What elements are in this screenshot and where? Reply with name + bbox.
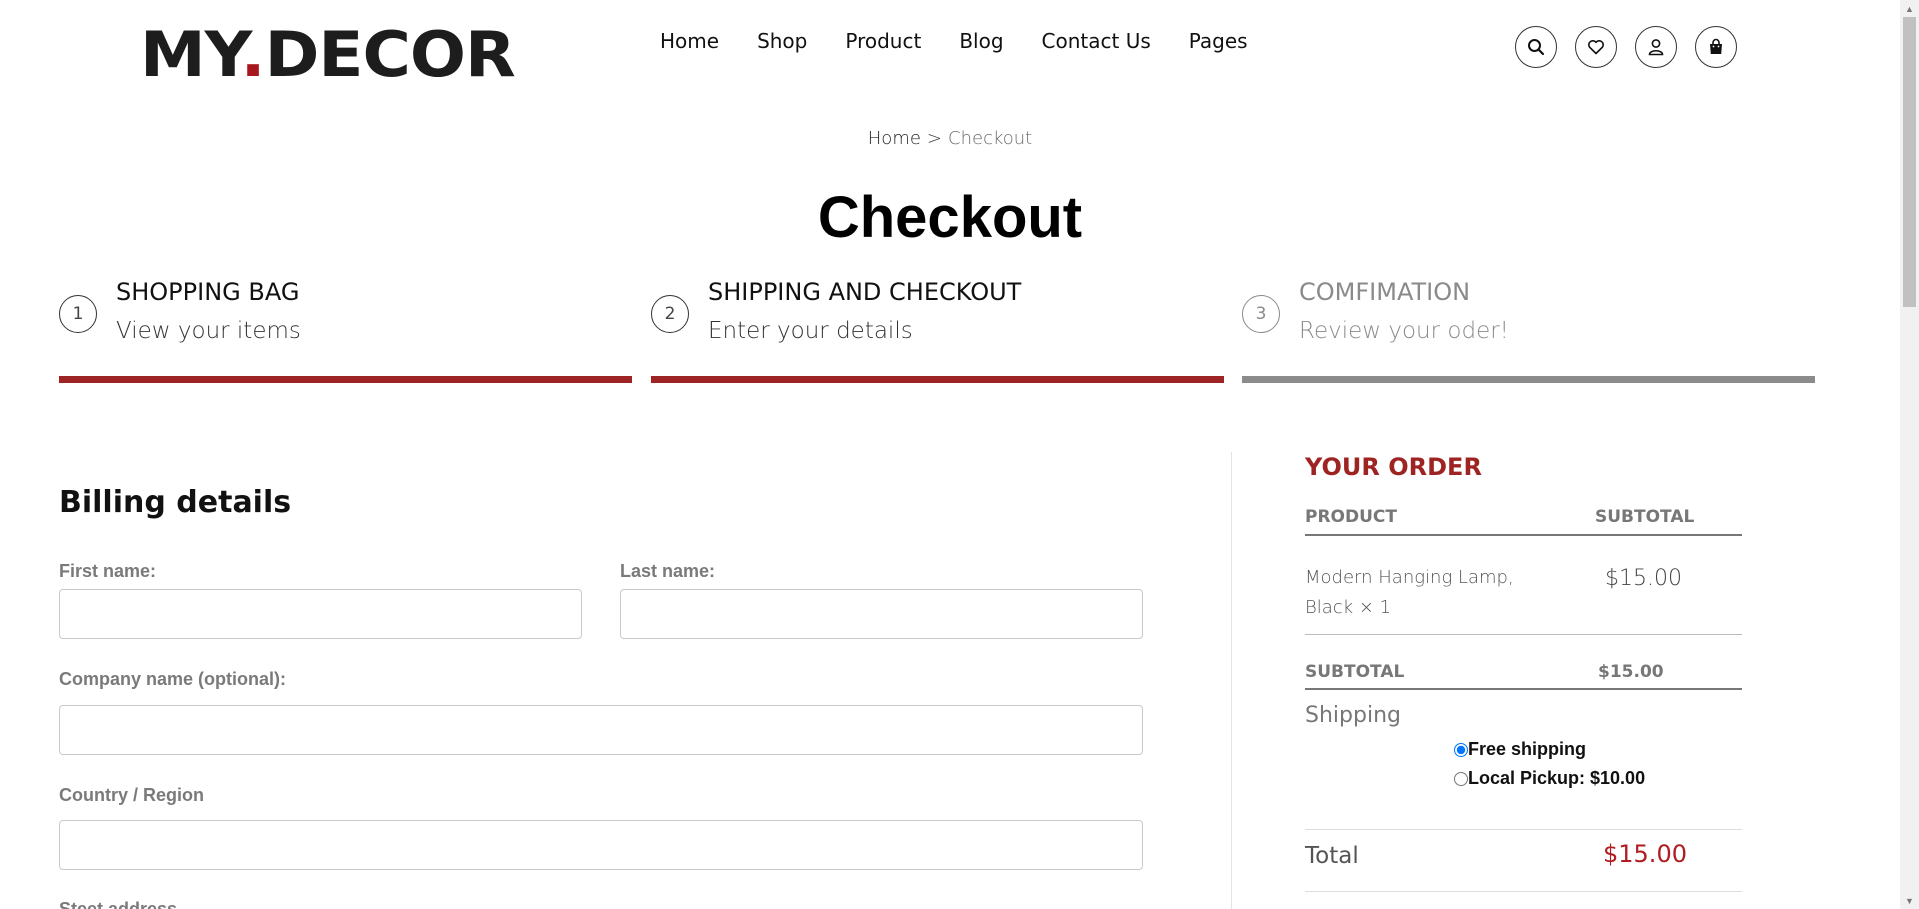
nav-contact-us[interactable]: Contact Us [1042, 30, 1151, 52]
search-icon [1528, 39, 1545, 56]
step-shopping-bag[interactable]: 1 SHOPPING BAG View your items [59, 276, 632, 384]
nav-product[interactable]: Product [845, 30, 921, 52]
cart-button[interactable] [1695, 26, 1737, 68]
heart-icon [1588, 40, 1604, 55]
page-scrollbar[interactable]: ▲ ▼ [1900, 0, 1919, 909]
shipping-label: Shipping [1305, 703, 1401, 728]
total-divider [1305, 891, 1742, 892]
last-name-label: Last name: [620, 561, 716, 581]
shipping-option-label: Free shipping [1468, 739, 1587, 759]
product-column-header: PRODUCT [1305, 507, 1397, 527]
bag-icon [1710, 38, 1722, 54]
logo-text-a: MY [140, 17, 242, 92]
street-address-label: Steet address [59, 899, 178, 909]
shipping-option-free[interactable]: Free shipping [1454, 739, 1586, 760]
scrollbar-thumb[interactable] [1903, 17, 1916, 307]
logo-dot: . [240, 17, 266, 92]
step-shipping-checkout[interactable]: 2 SHIPPING AND CHECKOUT Enter your detai… [651, 276, 1224, 384]
total-value: $15.00 [1603, 840, 1687, 868]
step-progress-bar [1242, 376, 1815, 383]
nav-shop[interactable]: Shop [757, 30, 807, 52]
company-name-label: Company name (optional): [59, 669, 287, 689]
order-title: YOUR ORDER [1305, 453, 1482, 481]
subtotal-label: SUBTOTAL [1305, 662, 1405, 682]
subtotal-column-header: SUBTOTAL [1595, 507, 1695, 527]
breadcrumb-home[interactable]: Home [868, 128, 921, 149]
breadcrumb-current: Checkout [948, 128, 1033, 149]
column-divider [1231, 452, 1232, 909]
nav-pages[interactable]: Pages [1189, 30, 1248, 52]
first-name-field[interactable] [59, 589, 582, 639]
header-divider [1305, 534, 1742, 536]
country-region-label: Country / Region [59, 785, 204, 805]
account-button[interactable] [1635, 26, 1677, 68]
step-confirmation[interactable]: 3 COMFIMATION Review your oder! [1242, 276, 1815, 384]
country-region-field[interactable] [59, 820, 1143, 870]
subtotal-divider [1305, 688, 1742, 690]
breadcrumb: Home > Checkout [0, 128, 1900, 149]
step-number: 3 [1242, 295, 1280, 333]
step-title: SHIPPING AND CHECKOUT [708, 278, 1022, 306]
logo-text-b: DECOR [264, 17, 516, 92]
item-divider [1305, 634, 1742, 635]
shipping-option-pickup[interactable]: Local Pickup: $10.00 [1454, 768, 1645, 789]
last-name-field[interactable] [620, 589, 1143, 639]
breadcrumb-separator: > [926, 128, 943, 149]
shipping-divider [1305, 829, 1742, 830]
order-item-name: Modern Hanging Lamp, Black × 1 [1305, 567, 1514, 618]
scroll-down-arrow-icon[interactable]: ▼ [1900, 892, 1919, 909]
main-nav: Home Shop Product Blog Contact Us Pages [660, 30, 1286, 52]
step-progress-bar [651, 376, 1224, 383]
step-subtitle: Enter your details [708, 318, 913, 344]
total-label: Total [1305, 843, 1359, 869]
step-title: SHOPPING BAG [116, 278, 300, 306]
user-icon [1648, 39, 1664, 56]
step-subtitle: View your items [116, 318, 301, 344]
search-button[interactable] [1515, 26, 1557, 68]
step-number: 1 [59, 295, 97, 333]
order-item-price: $15.00 [1605, 566, 1682, 591]
nav-home[interactable]: Home [660, 30, 719, 52]
step-progress-bar [59, 376, 632, 383]
first-name-label: First name: [59, 561, 157, 581]
subtotal-value: $15.00 [1598, 662, 1664, 682]
step-number: 2 [651, 295, 689, 333]
shipping-radio-free[interactable] [1454, 742, 1468, 757]
page-title: Checkout [817, 185, 1083, 250]
billing-title: Billing details [59, 485, 292, 520]
company-name-field[interactable] [59, 705, 1143, 755]
shipping-radio-pickup[interactable] [1454, 771, 1468, 786]
shipping-option-label: Local Pickup: $10.00 [1468, 768, 1646, 788]
nav-blog[interactable]: Blog [959, 30, 1003, 52]
wishlist-button[interactable] [1575, 26, 1617, 68]
header-icons [1515, 26, 1755, 68]
step-title: COMFIMATION [1299, 278, 1471, 306]
step-subtitle: Review your oder! [1299, 318, 1509, 344]
scroll-up-arrow-icon[interactable]: ▲ [1900, 0, 1919, 17]
site-logo[interactable]: MY.DECOR [140, 23, 516, 87]
